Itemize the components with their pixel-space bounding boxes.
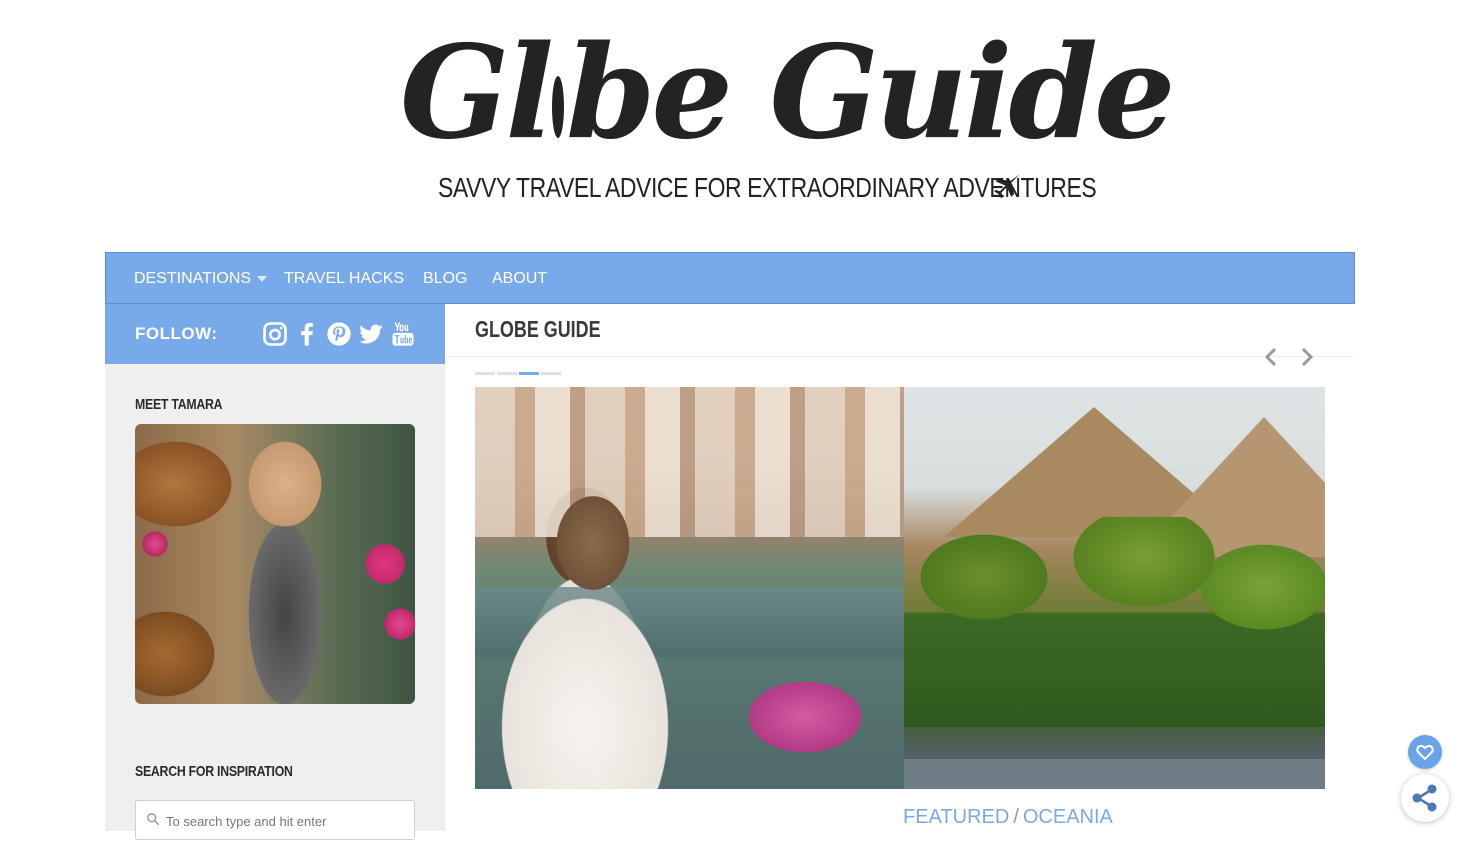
chevron-down-icon (257, 275, 268, 282)
facebook-icon[interactable] (293, 320, 321, 348)
lagoon-water (904, 759, 1325, 789)
logo-title-part2: be Guide (565, 18, 1175, 168)
twitter-icon[interactable] (357, 320, 385, 348)
nav-item-travel-hacks[interactable]: TRAVEL HACKS (284, 253, 404, 305)
airplane-icon (994, 174, 1020, 199)
share-button[interactable] (1401, 774, 1449, 822)
follow-label: FOLLOW: (135, 324, 218, 343)
traveler-figure (485, 457, 695, 789)
pinterest-icon[interactable] (325, 320, 353, 348)
main-content: GLOBE GUIDE FEATURED / OCEANIA (445, 304, 1355, 831)
carousel-dot-active[interactable] (519, 372, 539, 375)
search-heading: SEARCH FOR INSPIRATION (135, 763, 293, 780)
category-featured-link[interactable]: FEATURED (903, 806, 1009, 828)
carousel-dot[interactable] (541, 372, 561, 375)
carousel-dot[interactable] (475, 372, 495, 375)
nav-item-destinations[interactable]: DESTINATIONS (134, 253, 268, 305)
profile-photo[interactable] (135, 424, 415, 704)
slide-image-tropical[interactable] (904, 387, 1325, 789)
instagram-icon[interactable] (261, 320, 289, 348)
globe-icon (551, 76, 564, 138)
search-input[interactable] (164, 801, 408, 841)
meet-heading: MEET TAMARA (135, 396, 223, 413)
follow-bar: FOLLOW: (105, 304, 445, 364)
nav-item-about[interactable]: ABOUT (492, 253, 547, 305)
section-divider (445, 356, 1355, 357)
main-nav: DESTINATIONS TRAVEL HACKS BLOG ABOUT (105, 252, 1355, 304)
site-logo[interactable]: Gl be Guide (400, 18, 1175, 168)
search-field[interactable] (135, 800, 415, 841)
site-header: Gl be Guide SAVVY TRAVEL ADVICE FOR EXTR… (0, 0, 1461, 252)
category-separator: / (1013, 806, 1019, 828)
category-oceania-link[interactable]: OCEANIA (1023, 806, 1113, 828)
carousel-dot[interactable] (497, 372, 517, 375)
heart-icon (1416, 744, 1434, 761)
post-category: FEATURED / OCEANIA (903, 806, 1113, 829)
youtube-icon[interactable] (389, 320, 417, 348)
section-title: GLOBE GUIDE (475, 316, 601, 342)
chevron-left-icon[interactable] (1259, 344, 1283, 370)
sidebar: FOLLOW: MEET TAMARA SEARCH FOR INSPIRATI… (105, 304, 445, 841)
favorite-button[interactable] (1408, 735, 1442, 769)
slide-image-canal[interactable] (475, 387, 904, 789)
nav-item-label: DESTINATIONS (134, 270, 252, 287)
nav-item-blog[interactable]: BLOG (423, 253, 467, 305)
search-icon (147, 813, 160, 826)
palm-trees (904, 517, 1325, 727)
logo-title-part1: Gl (400, 18, 554, 168)
share-icon (1412, 784, 1437, 812)
chevron-right-icon[interactable] (1295, 344, 1319, 370)
